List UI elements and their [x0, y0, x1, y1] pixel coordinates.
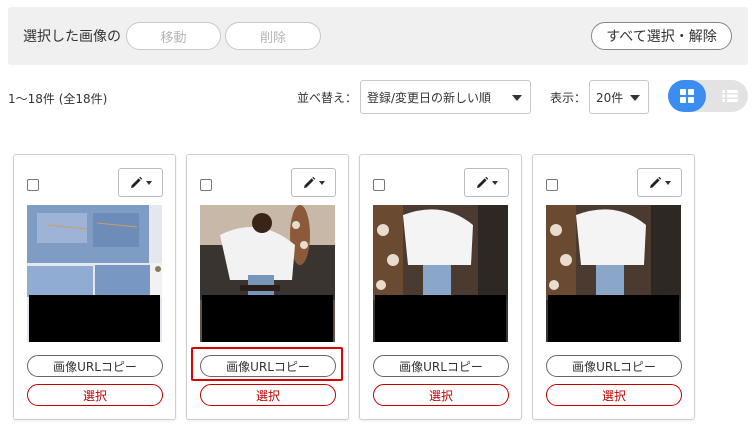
- display-count-value: 20件: [596, 90, 624, 105]
- caret-down-icon: [492, 180, 498, 185]
- caret-down-icon: [665, 180, 671, 185]
- select-all-button[interactable]: すべて選択・解除: [591, 22, 732, 50]
- redacted-area: [548, 295, 679, 342]
- image-card: 画像URLコピー 選択: [13, 154, 176, 420]
- redacted-area: [202, 295, 333, 342]
- sort-select-value: 登録/変更日の新しい順: [367, 90, 492, 105]
- sort-select[interactable]: 登録/変更日の新しい順: [360, 80, 531, 114]
- list-view-button[interactable]: [712, 80, 748, 112]
- grid-icon: [680, 89, 694, 103]
- move-button[interactable]: 移動: [126, 22, 221, 50]
- redacted-area: [29, 295, 160, 342]
- copy-image-url-button[interactable]: 画像URLコピー: [546, 355, 682, 377]
- edit-menu-button[interactable]: [291, 168, 336, 197]
- bulk-action-bar: 選択した画像の 移動 削除 すべて選択・解除: [8, 7, 748, 65]
- card-checkbox[interactable]: [27, 179, 39, 191]
- redacted-area: [375, 295, 506, 342]
- copy-image-url-button[interactable]: 画像URLコピー: [27, 355, 163, 377]
- select-image-button[interactable]: 選択: [27, 384, 163, 406]
- display-count-select[interactable]: 20件: [589, 80, 649, 114]
- image-thumbnail[interactable]: [200, 205, 335, 342]
- caret-down-icon: [146, 180, 152, 185]
- image-card: 画像URLコピー 選択: [532, 154, 695, 420]
- image-card: 画像URLコピー 選択: [359, 154, 522, 420]
- chevron-down-icon: [630, 95, 640, 101]
- pencil-icon: [650, 176, 662, 188]
- edit-menu-button[interactable]: [637, 168, 682, 197]
- edit-menu-button[interactable]: [464, 168, 509, 197]
- card-checkbox[interactable]: [200, 179, 212, 191]
- pencil-icon: [304, 176, 316, 188]
- pencil-icon: [131, 176, 143, 188]
- bulk-action-label: 選択した画像の: [23, 29, 121, 45]
- delete-button[interactable]: 削除: [225, 22, 321, 50]
- image-thumbnail[interactable]: [27, 205, 162, 342]
- pencil-icon: [477, 176, 489, 188]
- sort-label: 並べ替え：: [297, 91, 358, 105]
- display-count-label: 表示：: [550, 91, 587, 105]
- view-mode-toggle: [668, 80, 748, 112]
- chevron-down-icon: [512, 95, 522, 101]
- copy-image-url-button[interactable]: 画像URLコピー: [200, 355, 336, 377]
- grid-view-button[interactable]: [668, 80, 706, 112]
- select-image-button[interactable]: 選択: [373, 384, 509, 406]
- copy-image-url-button[interactable]: 画像URLコピー: [373, 355, 509, 377]
- select-image-button[interactable]: 選択: [200, 384, 336, 406]
- edit-menu-button[interactable]: [118, 168, 163, 197]
- image-card: 画像URLコピー 選択: [186, 154, 349, 420]
- image-thumbnail[interactable]: [546, 205, 681, 342]
- caret-down-icon: [319, 180, 325, 185]
- image-thumbnail[interactable]: [373, 205, 508, 342]
- card-checkbox[interactable]: [546, 179, 558, 191]
- result-count: 1〜18件 (全18件): [8, 92, 108, 106]
- list-icon: [722, 90, 738, 102]
- card-checkbox[interactable]: [373, 179, 385, 191]
- select-image-button[interactable]: 選択: [546, 384, 682, 406]
